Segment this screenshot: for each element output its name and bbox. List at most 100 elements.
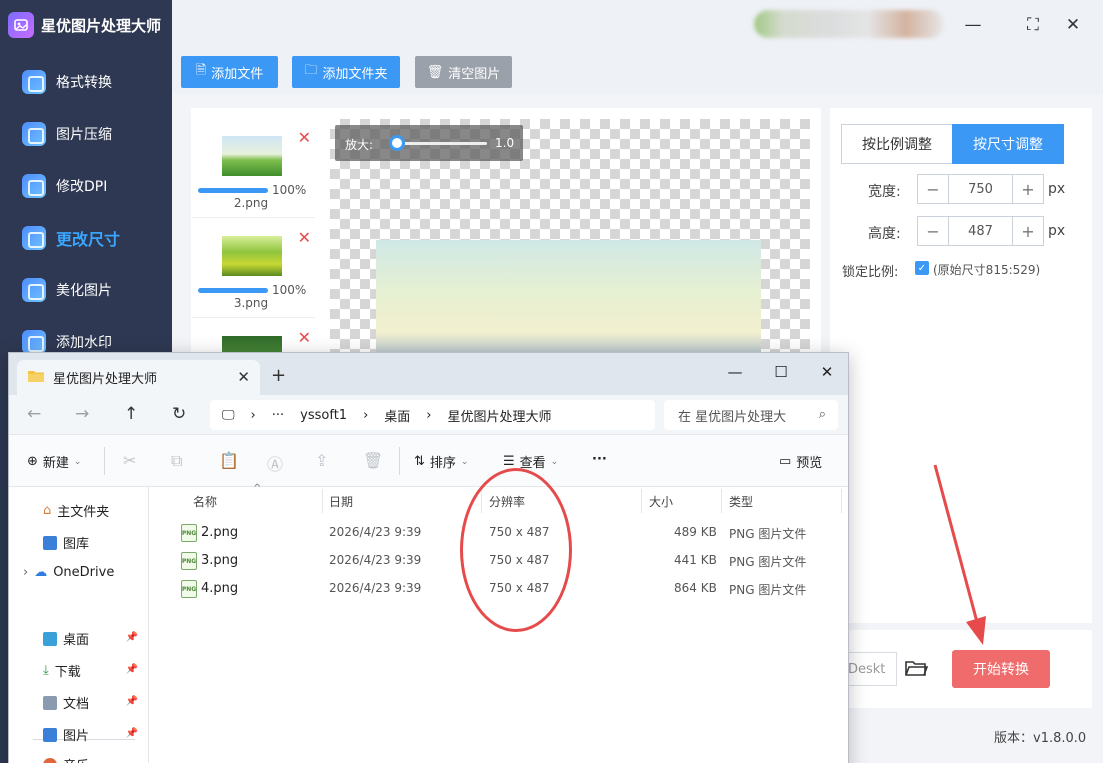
remove-icon[interactable]: ✕ <box>298 128 311 147</box>
rename-icon[interactable]: Ⓐ <box>267 451 283 475</box>
nav-item-gallery[interactable]: 图库 <box>43 533 89 552</box>
user-account-blurred[interactable] <box>754 10 944 38</box>
nav-item-home[interactable]: ⌂ 主文件夹 <box>43 501 109 520</box>
explorer-search-input[interactable]: 在 星优图片处理大 ⌕ <box>664 400 838 430</box>
explorer-minimize-button[interactable]: — <box>721 359 749 385</box>
chevron-down-icon: ⌄ <box>550 456 559 467</box>
nav-item-onedrive[interactable]: › ☁ OneDrive <box>23 565 114 580</box>
zoom-value: 1.0 <box>495 136 515 150</box>
explorer-tab[interactable]: 星优图片处理大师 ✕ <box>17 360 260 395</box>
start-convert-button[interactable]: 开始转换 <box>952 650 1050 688</box>
sort-button[interactable]: ⇅ 排序 ⌄ <box>414 452 468 471</box>
nav-item-desktop[interactable]: 桌面 <box>43 629 89 648</box>
app-logo-icon <box>8 12 34 38</box>
width-stepper: − 750 + <box>917 174 1044 204</box>
explorer-close-button[interactable]: ✕ <box>813 359 841 385</box>
forward-arrow-icon[interactable]: → <box>75 404 89 424</box>
preview-pane-button[interactable]: ▭ 预览 <box>779 452 822 471</box>
add-folder-label: 添加文件夹 <box>322 66 388 82</box>
progress-text: 100% <box>272 183 307 197</box>
nav-item-downloads[interactable]: ⤓ 下载 <box>43 661 81 680</box>
pictures-icon <box>43 727 57 742</box>
file-size: 489 KB <box>674 525 717 539</box>
sidebar-item-format-convert[interactable]: 格式转换 <box>0 56 172 108</box>
lock-ratio-checkbox[interactable]: ✓ <box>915 261 929 275</box>
column-header-type[interactable]: 类型 <box>729 493 753 510</box>
delete-icon[interactable]: 🗑 <box>363 451 383 470</box>
open-folder-icon[interactable] <box>904 657 930 681</box>
breadcrumb-separator-icon: › <box>363 407 369 423</box>
refresh-icon[interactable]: ↻ <box>172 404 186 424</box>
height-input[interactable]: 487 <box>948 217 1013 245</box>
zoom-slider-handle[interactable] <box>389 135 405 151</box>
add-folder-button[interactable]: 🗀 添加文件夹 <box>292 56 400 88</box>
output-path-field[interactable]: Deskt <box>842 652 897 686</box>
mode-ratio-tab[interactable]: 按比例调整 <box>841 124 953 164</box>
thumbnail-item[interactable]: ✕ 100% 3.png <box>192 220 315 318</box>
mode-size-tab[interactable]: 按尺寸调整 <box>952 124 1064 164</box>
column-header-name[interactable]: 名称 <box>193 493 217 510</box>
minimize-button[interactable]: — <box>960 12 986 38</box>
add-file-button[interactable]: 🗎 添加文件 <box>181 56 278 88</box>
width-increment-button[interactable]: + <box>1013 175 1043 203</box>
original-size-text: (原始尺寸815:529) <box>933 263 1041 277</box>
pin-icon[interactable]: 📌 <box>126 632 138 643</box>
nav-item-documents[interactable]: 文档 <box>43 693 89 712</box>
pin-icon[interactable]: 📌 <box>126 696 138 707</box>
progress-text: 100% <box>272 283 307 297</box>
cut-icon[interactable]: ✂ <box>123 451 136 470</box>
pin-icon[interactable]: 📌 <box>126 664 138 675</box>
dpi-icon <box>22 174 46 198</box>
column-header-date[interactable]: 日期 <box>329 493 353 510</box>
preview-pane-icon: ▭ <box>779 454 792 469</box>
expand-chevron-icon[interactable]: › <box>23 565 28 580</box>
share-icon[interactable]: ⇪ <box>315 451 328 470</box>
height-decrement-button[interactable]: − <box>918 217 948 245</box>
new-tab-icon[interactable]: + <box>271 365 286 386</box>
nav-item-label: 文档 <box>63 697 90 712</box>
column-header-size[interactable]: 大小 <box>649 493 673 510</box>
pin-icon[interactable]: 📌 <box>126 728 138 739</box>
nav-item-music[interactable]: 音乐 <box>43 755 89 763</box>
gallery-icon <box>43 535 57 550</box>
remove-icon[interactable]: ✕ <box>298 228 311 247</box>
maximize-button[interactable]: ⛶ <box>1020 12 1046 38</box>
back-arrow-icon[interactable]: ← <box>27 404 41 424</box>
width-decrement-button[interactable]: − <box>918 175 948 203</box>
add-file-label: 添加文件 <box>211 66 264 82</box>
sidebar-item-beautify[interactable]: 美化图片 <box>0 264 172 316</box>
chevron-down-icon: ⌄ <box>73 456 82 467</box>
copy-icon[interactable]: ⧉ <box>171 451 182 471</box>
paste-icon[interactable]: 📋 <box>219 451 239 470</box>
height-increment-button[interactable]: + <box>1013 217 1043 245</box>
clear-images-button[interactable]: 🗑 清空图片 <box>415 56 512 88</box>
zoom-slider-track[interactable] <box>397 142 487 145</box>
breadcrumb-item[interactable]: ··· <box>272 408 284 423</box>
nav-item-pictures[interactable]: 图片 <box>43 725 89 744</box>
explorer-maximize-button[interactable]: ☐ <box>767 359 795 385</box>
file-icon: 🗎 <box>195 63 207 78</box>
cloud-icon: ☁ <box>34 565 48 580</box>
sidebar-item-image-compress[interactable]: 图片压缩 <box>0 108 172 160</box>
width-input[interactable]: 750 <box>948 175 1013 203</box>
thumbnail-filename: 2.png <box>233 196 269 210</box>
remove-icon[interactable]: ✕ <box>298 328 311 347</box>
breadcrumb-item[interactable]: 星优图片处理大师 <box>448 406 552 425</box>
explorer-address-row: ← → ↑ ↻ 🖵 › ··· yssoft1 › 桌面 › 星优图片处理大师 … <box>9 395 848 435</box>
close-tab-icon[interactable]: ✕ <box>237 368 250 386</box>
search-placeholder: 在 星优图片处理大 <box>678 409 787 425</box>
breadcrumb-item[interactable]: yssoft1 <box>300 408 347 423</box>
address-bar[interactable]: 🖵 › ··· yssoft1 › 桌面 › 星优图片处理大师 <box>210 400 655 430</box>
sidebar-item-modify-dpi[interactable]: 修改DPI <box>0 160 172 212</box>
breadcrumb-item[interactable]: 桌面 <box>384 406 410 425</box>
png-file-icon: PNG <box>181 580 197 598</box>
close-button[interactable]: ✕ <box>1060 12 1086 38</box>
file-date: 2026/4/23 9:39 <box>329 581 422 595</box>
up-arrow-icon[interactable]: ↑ <box>124 404 138 424</box>
new-button[interactable]: ⊕ 新建 ⌄ <box>27 452 81 471</box>
desktop-icon <box>43 631 57 646</box>
sidebar-item-label: 添加水印 <box>56 335 112 351</box>
more-options-button[interactable]: ··· <box>592 452 607 467</box>
thumbnail-item[interactable]: ✕ 100% 2.png <box>192 120 315 218</box>
sidebar-item-resize[interactable]: 更改尺寸 <box>0 212 172 264</box>
